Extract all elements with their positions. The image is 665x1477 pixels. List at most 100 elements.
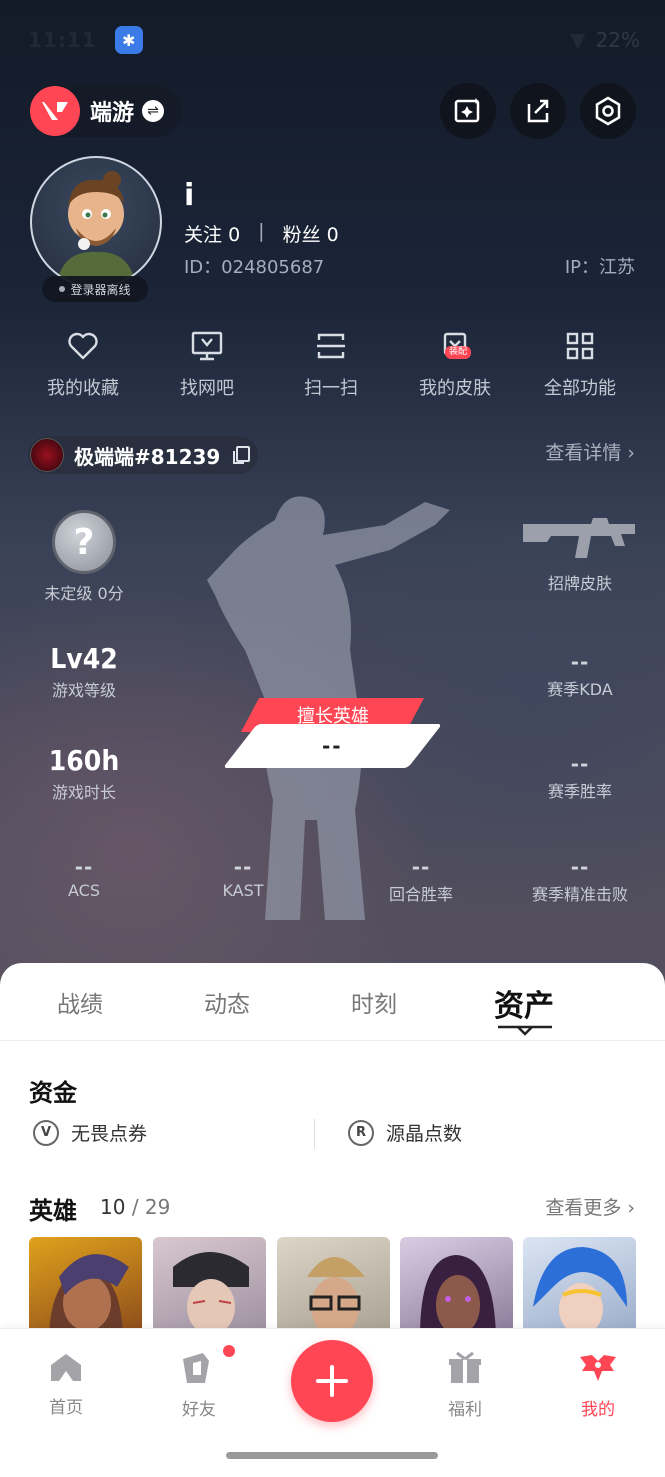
- fans-count: 0: [326, 224, 339, 246]
- hero-portrait-image: [533, 1247, 627, 1335]
- tab-moments[interactable]: 时刻: [351, 985, 397, 1019]
- launcher-status-badge: 登录器离线: [42, 276, 148, 302]
- view-details-text: 查看详情: [545, 442, 622, 464]
- nav-friends[interactable]: 好友: [159, 1351, 239, 1420]
- shortcut-internet-cafe[interactable]: 找网吧: [152, 328, 262, 400]
- fans-label: 粉丝: [282, 224, 321, 246]
- precise-kill-stat: -- 赛季精准击败: [505, 855, 655, 905]
- swap-icon: ⇌: [142, 100, 165, 122]
- best-hero-card[interactable]: --: [222, 724, 443, 768]
- featured-skin-stat[interactable]: 招牌皮肤: [505, 514, 655, 594]
- acs-stat: -- ACS: [9, 855, 159, 900]
- signal-icon: ▼: [570, 28, 586, 52]
- nav-home[interactable]: 首页: [26, 1351, 106, 1418]
- round-winrate-label: 回合胜率: [388, 885, 453, 904]
- precise-kill-value: --: [570, 855, 590, 879]
- fans-stat[interactable]: 粉丝 0: [283, 220, 339, 247]
- level-stat: Lv42 游戏等级: [9, 642, 159, 701]
- hero-portrait-image: [173, 1252, 249, 1335]
- acs-value: --: [74, 855, 94, 879]
- hero-portrait-image: [49, 1254, 129, 1337]
- shortcut-favorites[interactable]: 我的收藏: [28, 328, 138, 400]
- hero-thumbnail[interactable]: [153, 1237, 266, 1337]
- valorant-points-item[interactable]: V 无畏点券: [33, 1119, 147, 1146]
- view-details-link[interactable]: 查看详情 ›: [545, 438, 635, 465]
- view-more-link[interactable]: 查看更多 ›: [545, 1193, 635, 1220]
- kast-stat: -- KAST: [168, 855, 318, 900]
- tab-record[interactable]: 战绩: [57, 985, 103, 1019]
- rank-label: 未定级 0分: [44, 584, 124, 603]
- nav-me[interactable]: 我的: [558, 1351, 638, 1420]
- tab-assets[interactable]: 资产: [494, 981, 554, 1025]
- avatar[interactable]: [30, 156, 162, 288]
- home-icon: [51, 1354, 81, 1381]
- hero-portrait-image: [307, 1257, 365, 1337]
- share-icon: [527, 99, 549, 123]
- active-tab-indicator: [498, 1025, 552, 1036]
- playtime-stat: 160h 游戏时长: [9, 744, 159, 803]
- view-more-text: 查看更多: [545, 1197, 622, 1219]
- riot-id-pill[interactable]: 极端端#81239: [28, 436, 258, 474]
- monitor-icon: [187, 328, 227, 364]
- precise-kill-label: 赛季精准击败: [531, 885, 628, 904]
- acs-label: ACS: [68, 881, 100, 900]
- rifle-skin-icon: [523, 518, 635, 558]
- nav-benefits[interactable]: 福利: [425, 1351, 505, 1420]
- valorant-logo-icon: [30, 86, 80, 136]
- hero-thumbnail[interactable]: [400, 1237, 513, 1337]
- round-winrate-value: --: [411, 855, 431, 879]
- hero-thumbnail[interactable]: [523, 1237, 636, 1337]
- following-count: 0: [228, 224, 241, 246]
- chevron-right-icon: ›: [627, 1197, 635, 1219]
- hero-thumbnail[interactable]: [277, 1237, 390, 1337]
- settings-button[interactable]: [580, 83, 636, 139]
- home-indicator[interactable]: [226, 1452, 438, 1459]
- friends-icon: [183, 1353, 209, 1383]
- copy-icon[interactable]: [230, 444, 252, 466]
- shortcut-my-skins[interactable]: 装配 我的皮肤: [400, 328, 510, 400]
- skin-icon: 装配: [435, 328, 475, 364]
- radianite-points-item[interactable]: R 源晶点数: [348, 1119, 462, 1146]
- username: i: [184, 178, 195, 213]
- follow-stats: 关注 0 | 粉丝 0: [184, 220, 339, 247]
- profile-tabs: 战绩 动态 时刻 资产: [0, 963, 665, 1041]
- grid-icon: [560, 328, 600, 364]
- hero-thumbnail[interactable]: [29, 1237, 142, 1337]
- round-winrate-stat: -- 回合胜率: [346, 855, 496, 905]
- tab-feed[interactable]: 动态: [204, 985, 250, 1019]
- riot-id: 极端端#81239: [74, 444, 221, 469]
- settings-hexagon-icon: [595, 96, 621, 126]
- user-id: ID：024805687: [184, 257, 325, 278]
- gift-icon: [449, 1351, 481, 1383]
- nav-label: 我的: [581, 1400, 615, 1420]
- heroes-title: 英雄: [29, 1197, 77, 1225]
- avatar-character-image: [56, 171, 136, 286]
- level-value: Lv42: [50, 642, 118, 675]
- plus-icon: [316, 1365, 348, 1397]
- unranked-question-icon: ?: [52, 510, 116, 574]
- ai-card-button[interactable]: [440, 83, 496, 139]
- status-bar: 11:11 ✱ ▼ 22%: [28, 22, 640, 58]
- playtime-label: 游戏时长: [51, 783, 116, 802]
- heroes-sep: /: [131, 1195, 139, 1219]
- shortcut-label: 我的皮肤: [419, 378, 491, 399]
- share-button[interactable]: [510, 83, 566, 139]
- nav-label: 福利: [448, 1400, 482, 1420]
- shortcut-label: 扫一扫: [304, 378, 358, 399]
- create-post-button[interactable]: [291, 1340, 373, 1422]
- riot-avatar: [30, 438, 64, 472]
- me-icon: [580, 1355, 616, 1381]
- radianite-points-icon: R: [348, 1119, 374, 1146]
- game-switcher[interactable]: 端游 ⇌: [30, 85, 182, 137]
- shortcut-all-functions[interactable]: 全部功能: [525, 328, 635, 400]
- radianite-points-label: 源晶点数: [386, 1123, 463, 1145]
- nav-label: 首页: [49, 1398, 83, 1418]
- nav-label: 好友: [182, 1400, 216, 1420]
- following-stat[interactable]: 关注 0: [184, 220, 240, 247]
- rank-stat[interactable]: ? 未定级 0分: [9, 510, 159, 604]
- user-ip: IP：江苏: [564, 257, 635, 278]
- playtime-value: 160h: [48, 744, 120, 777]
- battery-level: 22%: [595, 28, 640, 52]
- chevron-right-icon: ›: [627, 442, 635, 464]
- shortcut-scan[interactable]: 扫一扫: [276, 328, 386, 400]
